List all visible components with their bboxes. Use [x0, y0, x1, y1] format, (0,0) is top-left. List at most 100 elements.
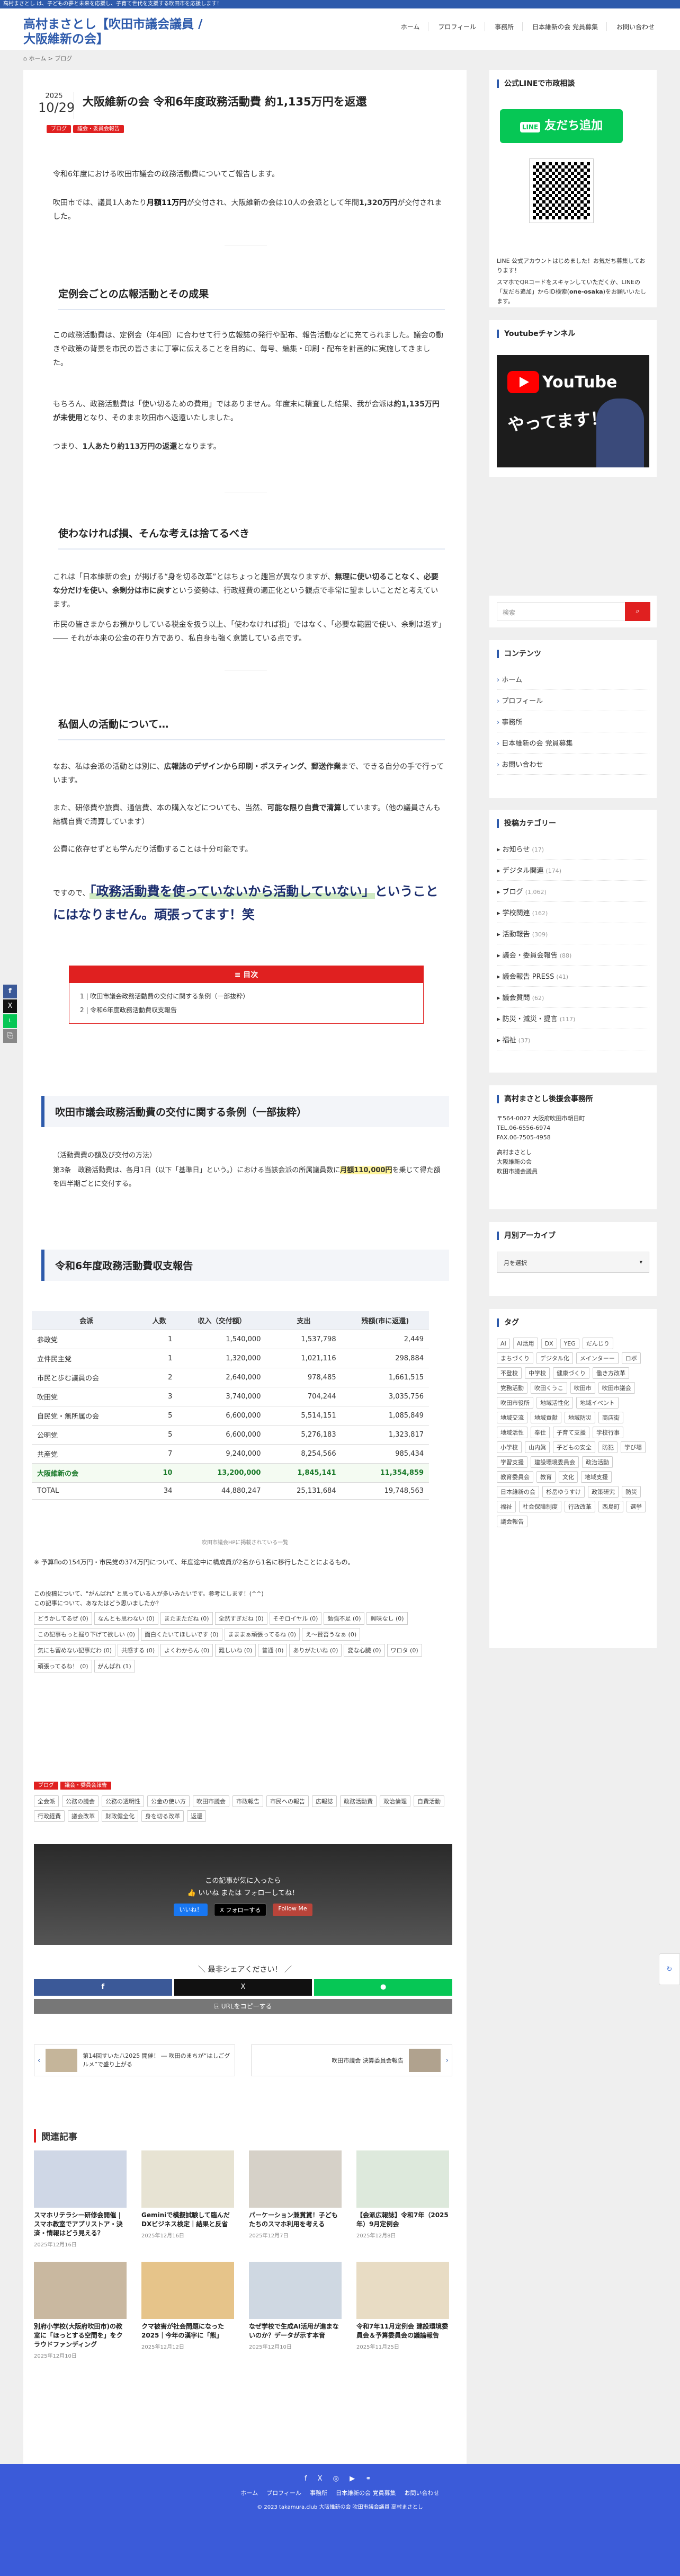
reaction-button[interactable]: 頑張ってるね！ (0) [34, 1660, 92, 1672]
sidebar-tag[interactable]: 不登校 [497, 1367, 522, 1379]
sidebar-tag[interactable]: 議会報告 [497, 1516, 527, 1527]
sidebar-tag[interactable]: 子育て支援 [553, 1427, 589, 1438]
sidebar-category[interactable]: ▸ 議会報告 PRESS (41) [497, 966, 649, 987]
x-share-button[interactable]: X [174, 1979, 312, 1996]
sidebar-tag[interactable]: 学び場 [621, 1441, 646, 1453]
follow-button[interactable]: X フォローする [214, 1904, 267, 1916]
reaction-button[interactable]: がんばれ (1) [94, 1660, 135, 1672]
sidebar-tag[interactable]: 小学校 [497, 1441, 522, 1453]
x-share-icon[interactable]: X [3, 999, 17, 1013]
footer-link[interactable]: プロフィール [266, 2490, 301, 2497]
footer-link[interactable]: お問い合わせ [404, 2490, 439, 2497]
footer-category-badge[interactable]: 議会・委員会報告 [60, 1782, 111, 1790]
nav-item[interactable]: お問い合わせ [616, 22, 655, 31]
sidebar-tag[interactable]: 学校行事 [593, 1427, 623, 1438]
like-button[interactable]: いいね！ [174, 1904, 208, 1916]
sidebar-content-link[interactable]: › 事務所 [497, 711, 649, 732]
sidebar-content-link[interactable]: › プロフィール [497, 690, 649, 711]
post-tag[interactable]: 議会改革 [68, 1810, 99, 1822]
sidebar-tag[interactable]: ロボ [621, 1352, 641, 1364]
sidebar-category[interactable]: ▸ 学校関連 (162) [497, 902, 649, 923]
sidebar-tag[interactable]: 政治活動 [582, 1456, 613, 1468]
nav-item[interactable]: ホーム [401, 22, 429, 31]
sidebar-tag[interactable]: 党務活動 [497, 1382, 527, 1394]
copy-share-icon[interactable]: ⎘ [3, 1029, 17, 1043]
sidebar-tag[interactable]: 地域イベント [576, 1397, 619, 1409]
site-logo[interactable]: 高村まさとし【吹田市議会議員 / 大阪維新の会】 [23, 17, 203, 47]
sidebar-tag[interactable]: 吹田市議会 [598, 1382, 635, 1394]
sidebar-tag[interactable]: 日本維新の会 [497, 1486, 539, 1498]
post-tag[interactable]: 市政報告 [232, 1795, 263, 1807]
related-card[interactable]: 別府小学校(大阪府吹田市)の教室に「ほっとする空間を」をクラウドファンディング 2… [34, 2262, 127, 2359]
sidebar-tag[interactable]: 建設環境委員会 [531, 1456, 579, 1468]
related-card[interactable]: Geminiで模擬試験して臨んだDXビジネス検定｜結果と反省 2025年12月16… [141, 2150, 234, 2239]
post-tag[interactable]: 行政経費 [34, 1810, 65, 1822]
footer-link[interactable]: 日本維新の会 党員募集 [336, 2490, 396, 2497]
sidebar-tag[interactable]: 文化 [559, 1471, 578, 1483]
sidebar-tag[interactable]: 吹田くうこ [531, 1382, 567, 1394]
sidebar-tag[interactable]: だんじり [582, 1338, 613, 1349]
reaction-button[interactable]: 共感する (0) [118, 1644, 159, 1657]
sidebar-content-link[interactable]: › お問い合わせ [497, 754, 649, 775]
sidebar-tag[interactable]: 地域活性 [497, 1427, 527, 1438]
sidebar-tag[interactable]: 商店街 [598, 1412, 623, 1423]
sidebar-tag[interactable]: 西島町 [598, 1501, 623, 1512]
reaction-button[interactable]: 普通 (0) [258, 1644, 288, 1657]
reaction-button[interactable]: 全然すぎだね (0) [214, 1612, 267, 1625]
sidebar-tag[interactable]: 吹田市役所 [497, 1397, 533, 1409]
post-tag[interactable]: 公務の透明性 [102, 1795, 144, 1807]
sidebar-tag[interactable]: 教育委員会 [497, 1471, 533, 1483]
footer-link[interactable]: 事務所 [310, 2490, 327, 2497]
post-tag[interactable]: 自費活動 [414, 1795, 444, 1807]
sidebar-tag[interactable]: DX [541, 1339, 557, 1349]
reaction-button[interactable]: この記事もっと掘り下げて欲しい (0) [34, 1628, 139, 1641]
sidebar-tag[interactable]: 地域交流 [497, 1412, 527, 1423]
sidebar-tag[interactable]: YEG [560, 1339, 579, 1349]
post-tag[interactable]: 身を切る改革 [141, 1810, 184, 1822]
nav-item[interactable]: プロフィール [438, 22, 486, 31]
sidebar-category[interactable]: ▸ 福祉 (37) [497, 1029, 649, 1050]
sidebar-tag[interactable]: まちづくり [497, 1352, 533, 1364]
post-category-badge[interactable]: 議会・委員会報告 [73, 125, 124, 133]
sidebar-tag[interactable]: AI [497, 1339, 510, 1349]
reaction-button[interactable]: ありがたいね (0) [289, 1644, 342, 1657]
sidebar-category[interactable]: ▸ ブログ (1,062) [497, 881, 649, 902]
sidebar-tag[interactable]: デジタル化 [536, 1352, 573, 1364]
sidebar-tag[interactable]: 行政改革 [565, 1501, 595, 1512]
post-tag[interactable]: 広報誌 [312, 1795, 337, 1807]
reaction-button[interactable]: どうかしてるぜ (0) [34, 1612, 92, 1625]
reaction-button[interactable]: なんとも思わない (0) [94, 1612, 158, 1625]
sidebar-category[interactable]: ▸ 議会質問 (62) [497, 987, 649, 1008]
post-tag[interactable]: 政務活動費 [340, 1795, 377, 1807]
reaction-button[interactable]: 面白くたいてほしいです (0) [141, 1628, 222, 1641]
sidebar-content-link[interactable]: › 日本維新の会 党員募集 [497, 732, 649, 754]
related-card[interactable]: スマホリテラシー研修会開催 | スマホ教室でアプリストア・決済・情報はどう見える… [34, 2150, 127, 2248]
next-post[interactable]: 吹田市議会 決算委員会報告 › [251, 2044, 452, 2076]
sidebar-tag[interactable]: 地域活性化 [536, 1397, 573, 1409]
sidebar-tag[interactable]: 防犯 [598, 1441, 618, 1453]
related-card[interactable]: クマ被害が社会問題になった2025｜今年の漢字に「熊」 2025年12月12日 [141, 2262, 234, 2350]
sidebar-tag[interactable]: 社会保障制度 [519, 1501, 561, 1512]
post-tag[interactable]: 財政健全化 [102, 1810, 138, 1822]
related-card[interactable]: 【会派広報誌】令和7年（2025年）9月定例会 2025年12月8日 [356, 2150, 449, 2239]
line-share-icon[interactable]: L [3, 1014, 17, 1028]
sidebar-tag[interactable]: 山内眞 [525, 1441, 550, 1453]
sidebar-category[interactable]: ▸ お知らせ (17) [497, 838, 649, 860]
post-category-badge[interactable]: ブログ [47, 125, 71, 133]
post-tag[interactable]: 公金の使い方 [147, 1795, 190, 1807]
search-button[interactable]: ⌕ [625, 602, 650, 621]
footer-social-icons[interactable]: f X ◎ ▶ ⚭ [0, 2475, 680, 2483]
prev-post[interactable]: ‹ 第14回すいた八2025 開催！ ― 吹田のまちが“はしごグルメ”で盛り上が… [34, 2044, 235, 2076]
line-share-button[interactable]: ● [314, 1979, 453, 1996]
sidebar-tag[interactable]: 選挙 [627, 1501, 646, 1512]
archive-select[interactable]: 月を選択 ▾ [497, 1252, 649, 1273]
post-tag[interactable]: 市民への報告 [266, 1795, 309, 1807]
reaction-button[interactable]: 変な心臓 (0) [344, 1644, 385, 1657]
sidebar-tag[interactable]: 福祉 [497, 1501, 516, 1512]
breadcrumb-current[interactable]: ブログ [55, 55, 72, 62]
sidebar-tag[interactable]: 防災 [622, 1486, 641, 1498]
line-add-friend-button[interactable]: LINE 友だち追加 [500, 109, 623, 143]
sidebar-tag[interactable]: 健康づくり [553, 1367, 589, 1379]
facebook-share-button[interactable]: f [34, 1979, 172, 1996]
reaction-button[interactable]: え～賛否うなぁ (0) [302, 1628, 361, 1641]
